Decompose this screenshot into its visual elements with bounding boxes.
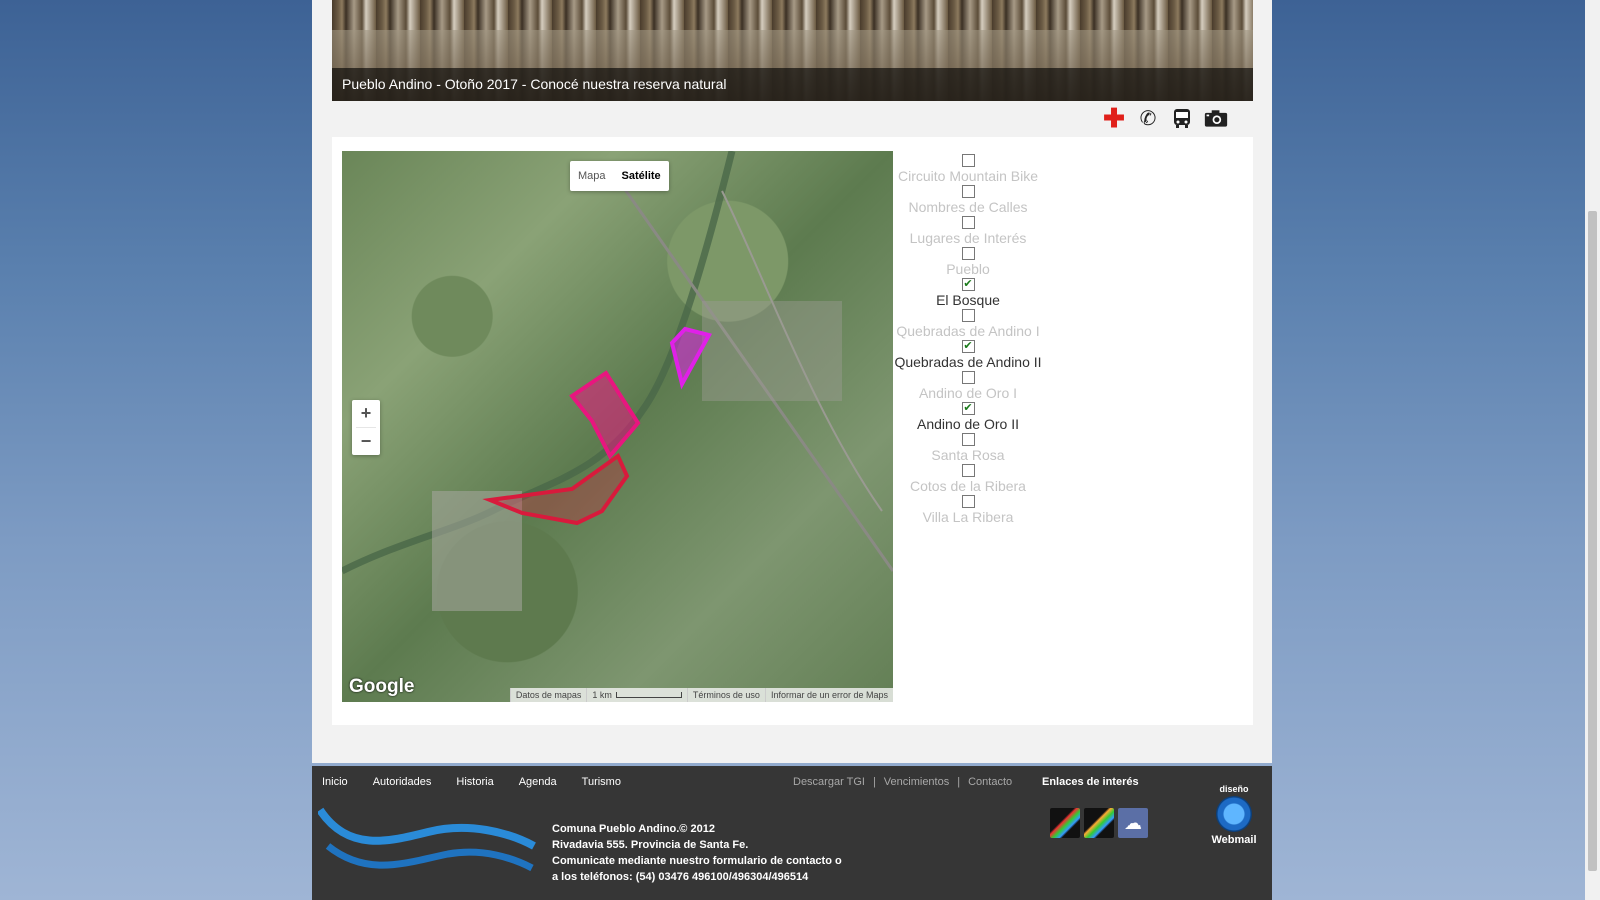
- zoom-out-button[interactable]: −: [352, 428, 380, 455]
- page-scrollbar[interactable]: [1585, 0, 1600, 900]
- footer-separator: |: [957, 776, 961, 788]
- layer-label: Andino de Oro II: [917, 416, 1019, 432]
- layer-label: Cotos de la Ribera: [910, 478, 1026, 494]
- comuna-logo: [318, 807, 536, 872]
- banner-caption: Pueblo Andino - Otoño 2017 - Conocé nues…: [332, 68, 1253, 101]
- layer-label: Quebradas de Andino II: [894, 354, 1042, 370]
- layer-label: Santa Rosa: [931, 447, 1005, 463]
- bus-icon[interactable]: [1170, 106, 1194, 130]
- info-line: Comuna Pueblo Andino.© 2012: [552, 823, 715, 835]
- camera-icon[interactable]: [1204, 106, 1228, 130]
- layer-label: Nombres de Calles: [908, 199, 1028, 215]
- layer-item: Andino de Oro I: [893, 371, 1043, 402]
- red-cross-icon[interactable]: ✚: [1102, 103, 1126, 133]
- map-scale-label: 1 km: [592, 690, 612, 700]
- layer-item: Nombres de Calles: [893, 185, 1043, 216]
- layer-checkbox[interactable]: [961, 464, 975, 477]
- footer-link-descargar-tgi[interactable]: Descargar TGI: [793, 776, 865, 788]
- layer-label: Andino de Oro I: [918, 385, 1018, 401]
- layer-label: Villa La Ribera: [922, 509, 1014, 525]
- layer-label: El Bosque: [936, 292, 1000, 308]
- site-footer: Inicio Autoridades Historia Agenda Turis…: [312, 766, 1272, 900]
- layer-item: Quebradas de Andino I: [893, 309, 1043, 340]
- footer-link-agenda[interactable]: Agenda: [519, 776, 557, 788]
- layer-checkbox[interactable]: [961, 216, 975, 229]
- enlace-map-icon[interactable]: [1084, 808, 1114, 838]
- layer-label: Pueblo: [946, 261, 990, 277]
- footer-link-turismo[interactable]: Turismo: [582, 776, 621, 788]
- enlace-map-icon[interactable]: [1050, 808, 1080, 838]
- map-type-control: Mapa Satélite: [570, 161, 669, 191]
- layer-item: Pueblo: [893, 247, 1043, 278]
- webmail-link[interactable]: diseño Webmail: [1207, 784, 1261, 846]
- weather-icon[interactable]: ☁: [1118, 808, 1148, 838]
- layer-item: ✔ El Bosque: [893, 278, 1043, 309]
- layer-item: Circuito Mountain Bike: [893, 154, 1043, 185]
- layer-checkbox[interactable]: ✔: [961, 402, 975, 415]
- layer-list: Circuito Mountain Bike Nombres de Calles L…: [893, 154, 1043, 526]
- layer-checkbox[interactable]: [961, 433, 975, 446]
- layer-checkbox[interactable]: [961, 185, 975, 198]
- layer-item: Santa Rosa: [893, 433, 1043, 464]
- quick-links: ✚ ✆: [1102, 103, 1228, 133]
- enlaces-title: Enlaces de interés: [1042, 776, 1139, 788]
- info-line: Rivadavia 555. Provincia de Santa Fe.: [552, 839, 749, 851]
- phone-icon[interactable]: ✆: [1136, 106, 1160, 130]
- layer-checkbox[interactable]: ✔: [961, 278, 975, 291]
- layer-checkbox[interactable]: [961, 309, 975, 322]
- polygon-quebradas-ii: [569, 370, 641, 460]
- map-type-satelite[interactable]: Satélite: [614, 161, 669, 191]
- google-logo: Google: [349, 676, 415, 697]
- footer-separator: |: [872, 776, 876, 788]
- zoom-in-button[interactable]: +: [352, 400, 380, 427]
- layer-item: Cotos de la Ribera: [893, 464, 1043, 495]
- layer-item: ✔ Andino de Oro II: [893, 402, 1043, 433]
- layer-label: Quebradas de Andino I: [896, 323, 1040, 339]
- layer-label: Circuito Mountain Bike: [897, 168, 1039, 184]
- info-line: a los teléfonos: (54) 03476 496100/49630…: [552, 871, 809, 883]
- map-overlay: [342, 151, 893, 611]
- footer-link-autoridades[interactable]: Autoridades: [373, 776, 432, 788]
- info-line: Comunicate mediante nuestro formulario d…: [552, 855, 842, 867]
- webmail-label: Webmail: [1211, 834, 1257, 846]
- map-scale-bar: [615, 692, 682, 698]
- banner-image[interactable]: Pueblo Andino - Otoño 2017 - Conocé nues…: [332, 0, 1253, 101]
- layer-checkbox[interactable]: [961, 154, 975, 167]
- layer-checkbox[interactable]: ✔: [961, 340, 975, 353]
- footer-link-contacto[interactable]: Contacto: [968, 776, 1012, 788]
- map-scale: 1 km: [586, 688, 687, 702]
- layer-checkbox[interactable]: [961, 371, 975, 384]
- footer-nav: Inicio Autoridades Historia Agenda Turis…: [322, 776, 621, 788]
- footer-secondary-nav: Descargar TGI | Vencimientos | Contacto: [793, 776, 1012, 788]
- layer-item: Lugares de Interés: [893, 216, 1043, 247]
- map-type-mapa[interactable]: Mapa: [570, 161, 614, 191]
- footer-link-inicio[interactable]: Inicio: [322, 776, 348, 788]
- map-footer: Datos de mapas 1 km Términos de uso Info…: [509, 688, 893, 702]
- zoom-control: + −: [352, 400, 380, 455]
- footer-link-historia[interactable]: Historia: [456, 776, 493, 788]
- webmail-top-label: diseño: [1219, 784, 1249, 794]
- contact-info: Comuna Pueblo Andino.© 2012 Rivadavia 55…: [552, 821, 842, 885]
- layer-item: ✔ Quebradas de Andino II: [893, 340, 1043, 371]
- map-data-link[interactable]: Datos de mapas: [509, 688, 587, 702]
- layer-label: Lugares de Interés: [909, 230, 1027, 246]
- layer-checkbox[interactable]: [961, 495, 975, 508]
- globe-icon: [1216, 796, 1252, 832]
- layer-checkbox[interactable]: [961, 247, 975, 260]
- map-view[interactable]: Mapa Satélite + − Google Datos de mapas …: [342, 151, 893, 702]
- map-report-link[interactable]: Informar de un error de Maps: [764, 688, 893, 702]
- scrollbar-thumb[interactable]: [1588, 211, 1597, 871]
- map-terms-link[interactable]: Términos de uso: [686, 688, 765, 702]
- footer-link-vencimientos[interactable]: Vencimientos: [884, 776, 949, 788]
- layer-item: Villa La Ribera: [893, 495, 1043, 526]
